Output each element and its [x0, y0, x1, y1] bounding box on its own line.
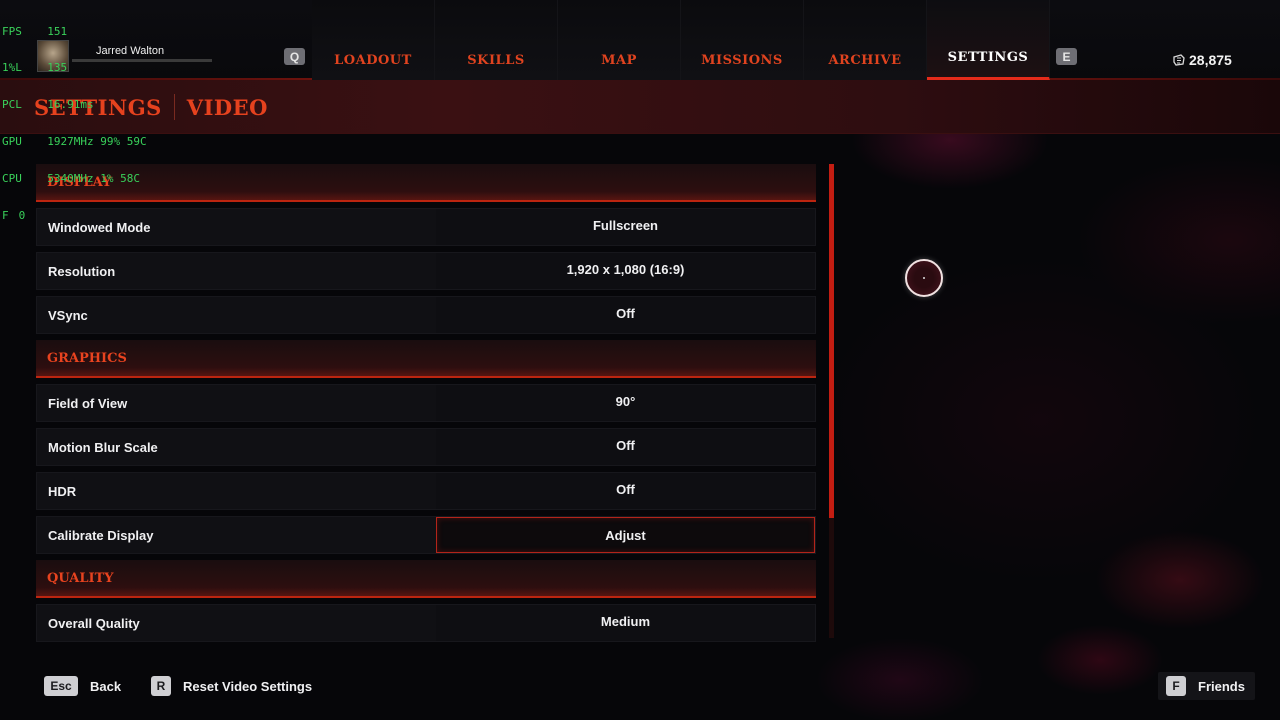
main-tabs: LOADOUT SKILLS MAP MISSIONS ARCHIVE SETT… — [312, 0, 1050, 80]
scrollbar-thumb[interactable] — [829, 164, 834, 518]
tab-loadout[interactable]: LOADOUT — [312, 0, 435, 80]
overlay-label: GPU — [2, 135, 22, 149]
overlay-row-fps: FPS 151 — [2, 24, 147, 38]
overlay-row-frame: F 0 — [2, 209, 147, 223]
breadcrumb-divider — [173, 94, 175, 120]
setting-label: Resolution — [48, 263, 116, 279]
tab-archive[interactable]: ARCHIVE — [804, 0, 927, 80]
r-key: R — [151, 676, 171, 696]
friends-button[interactable]: F Friends — [1158, 672, 1255, 700]
setting-windowed-mode[interactable]: Windowed Mode Fullscreen — [36, 208, 816, 246]
adjust-button[interactable]: Adjust — [435, 517, 815, 553]
setting-vsync[interactable]: VSync Off — [36, 296, 816, 334]
overlay-value: 5340MHz 1% 58C — [47, 172, 140, 186]
section-display: DISPLAY — [36, 164, 816, 202]
overlay-value: 151 — [47, 24, 68, 38]
setting-label: Calibrate Display — [48, 527, 154, 543]
setting-calibrate-display[interactable]: Calibrate Display Adjust — [36, 516, 816, 554]
back-label: Back — [90, 678, 122, 694]
overlay-label: 1%L — [2, 61, 22, 75]
esc-key: Esc — [44, 676, 78, 696]
next-tab-key[interactable]: E — [1056, 48, 1077, 65]
breadcrumb-current: VIDEO — [186, 94, 268, 120]
setting-overall-quality[interactable]: Overall Quality Medium — [36, 604, 816, 642]
currency-display: 28,875 — [1173, 52, 1232, 68]
overlay-value: 0 — [18, 209, 26, 223]
settings-scrollbar[interactable] — [829, 164, 834, 638]
setting-resolution[interactable]: Resolution 1,920 x 1,080 (16:9) — [36, 252, 816, 290]
tab-skills[interactable]: SKILLS — [435, 0, 558, 80]
overlay-label: F — [2, 209, 9, 223]
tab-missions[interactable]: MISSIONS — [681, 0, 804, 80]
setting-motion-blur[interactable]: Motion Blur Scale Off — [36, 428, 816, 466]
overlay-value: 16.91ms — [47, 98, 94, 112]
setting-hdr[interactable]: HDR Off — [36, 472, 816, 510]
overlay-row-gpu: GPU 1927MHz 99% 59C — [2, 135, 147, 149]
setting-label: HDR — [48, 483, 77, 499]
setting-value[interactable]: Off — [435, 473, 815, 509]
setting-value[interactable]: Off — [435, 429, 815, 465]
currency-icon — [1173, 54, 1185, 66]
overlay-value: 135 — [47, 61, 68, 75]
friends-label: Friends — [1198, 678, 1245, 694]
tab-map[interactable]: MAP — [558, 0, 681, 80]
reset-video-settings-button[interactable]: R Reset Video Settings — [151, 676, 312, 696]
overlay-label: CPU — [2, 172, 22, 186]
tab-settings[interactable]: SETTINGS — [927, 0, 1050, 80]
setting-label: Motion Blur Scale — [48, 439, 158, 455]
setting-label: Field of View — [48, 395, 128, 411]
reset-label: Reset Video Settings — [183, 678, 313, 694]
overlay-label: FPS — [2, 24, 22, 38]
setting-label: Overall Quality — [48, 615, 140, 631]
setting-value[interactable]: 90° — [435, 385, 815, 421]
overlay-row-cpu: CPU 5340MHz 1% 58C — [2, 172, 147, 186]
setting-value[interactable]: Off — [435, 297, 815, 333]
f-key: F — [1166, 676, 1186, 696]
overlay-label: PCL — [2, 98, 22, 112]
cursor-icon — [905, 259, 943, 297]
currency-amount: 28,875 — [1189, 52, 1232, 68]
setting-value[interactable]: Fullscreen — [435, 209, 815, 245]
performance-overlay: FPS 151 1%L 135 PCL 16.91ms GPU 1927MHz … — [2, 1, 147, 235]
prev-tab-key[interactable]: Q — [284, 48, 305, 65]
player-name: Jarred Walton — [96, 45, 165, 57]
section-graphics: GRAPHICS — [36, 340, 816, 378]
setting-field-of-view[interactable]: Field of View 90° — [36, 384, 816, 422]
setting-value[interactable]: Medium — [435, 605, 815, 641]
overlay-value: 1927MHz 99% 59C — [47, 135, 147, 149]
overlay-row-low: 1%L 135 — [2, 61, 147, 75]
section-quality: QUALITY — [36, 560, 816, 598]
overlay-row-pcl: PCL 16.91ms — [2, 98, 147, 112]
setting-label: VSync — [48, 307, 88, 323]
setting-value[interactable]: 1,920 x 1,080 (16:9) — [435, 253, 815, 289]
back-button[interactable]: Esc Back — [44, 676, 121, 696]
